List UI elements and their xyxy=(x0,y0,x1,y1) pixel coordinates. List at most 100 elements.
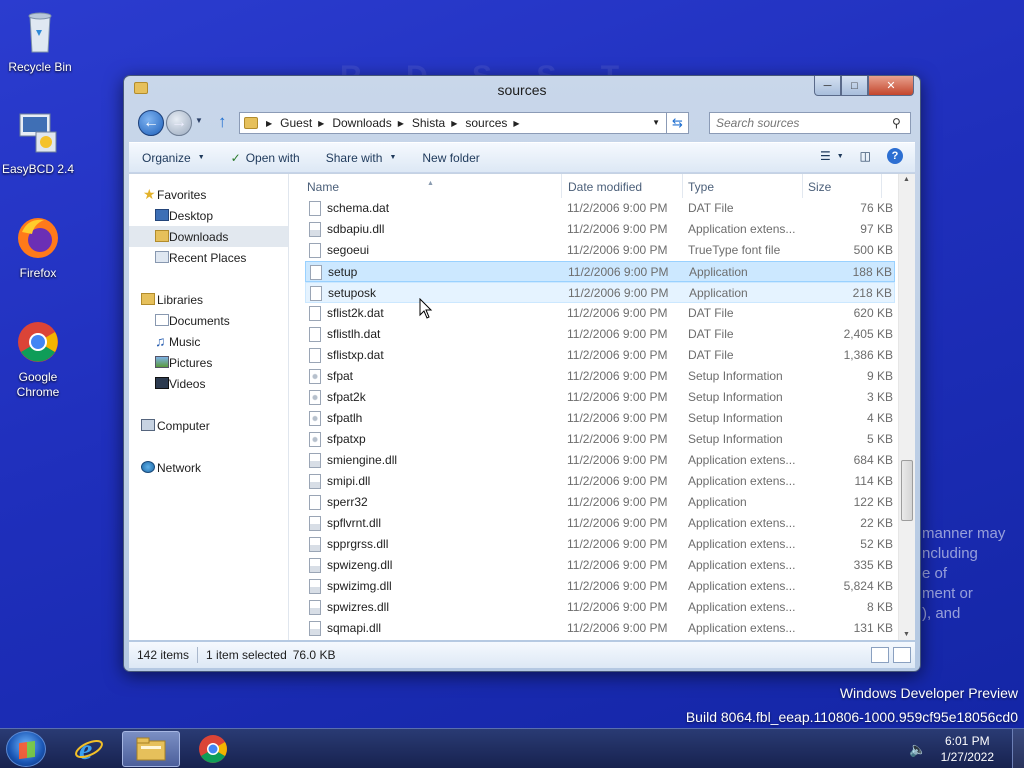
column-date-modified[interactable]: Date modified xyxy=(568,180,642,194)
nav-documents[interactable]: Documents xyxy=(129,310,288,331)
back-button[interactable]: ← xyxy=(138,110,164,136)
desktop-icon-chrome[interactable]: Google Chrome xyxy=(0,318,76,400)
file-row[interactable]: spwizres.dll 11/2/2006 9:00 PM Application… xyxy=(305,597,895,618)
star-icon: ★ xyxy=(143,186,156,202)
organize-button[interactable]: Organize ▼ xyxy=(129,151,218,165)
volume-icon[interactable]: 🔈 xyxy=(909,741,926,758)
scroll-thumb[interactable] xyxy=(901,460,913,521)
breadcrumb-chevron-icon[interactable]: ▶ xyxy=(266,119,272,128)
file-type: TrueType font file xyxy=(688,243,781,257)
search-input[interactable] xyxy=(709,112,911,134)
file-row[interactable]: sdbapiu.dll 11/2/2006 9:00 PM Application … xyxy=(305,219,895,240)
column-type[interactable]: Type xyxy=(688,180,714,194)
file-row[interactable]: sflistlh.dat 11/2/2006 9:00 PM DAT File 2,4… xyxy=(305,324,895,345)
taskbar-chrome[interactable] xyxy=(184,731,242,767)
chrome-icon xyxy=(14,318,62,366)
start-button[interactable] xyxy=(6,731,46,767)
vertical-scrollbar[interactable]: ▲ ▼ xyxy=(898,174,915,640)
file-row[interactable]: spflvrnt.dll 11/2/2006 9:00 PM Application… xyxy=(305,513,895,534)
nav-music[interactable]: ♫ Music xyxy=(129,331,288,352)
file-row[interactable]: segoeui 11/2/2006 9:00 PM TrueType font fi… xyxy=(305,240,895,261)
nav-favorites[interactable]: ★ Favorites xyxy=(129,184,288,205)
address-dropdown-icon[interactable]: ▼ xyxy=(652,118,660,127)
content-area: ★ Favorites Desktop Downloads Recent Pla… xyxy=(129,173,915,640)
nav-libraries[interactable]: Libraries xyxy=(129,289,288,310)
breadcrumb-chevron-icon[interactable]: ▶ xyxy=(451,119,457,128)
file-row[interactable]: sperr32 11/2/2006 9:00 PM Application 122 K… xyxy=(305,492,895,513)
breadcrumb-downloads[interactable]: Downloads xyxy=(332,116,391,130)
windows-logo-icon xyxy=(19,740,35,760)
change-view-icon[interactable]: ☰ xyxy=(820,149,831,163)
maximize-button[interactable]: □ xyxy=(841,76,868,96)
file-row[interactable]: smiengine.dll 11/2/2006 9:00 PM Applicatio… xyxy=(305,450,895,471)
breadcrumb-guest[interactable]: Guest xyxy=(280,116,312,130)
new-folder-button[interactable]: New folder xyxy=(409,151,492,165)
file-row[interactable]: setup 11/2/2006 9:00 PM Application 188 KB xyxy=(305,261,895,282)
nav-desktop-label: Desktop xyxy=(169,208,214,223)
selection-size: 76.0 KB xyxy=(292,648,336,662)
nav-videos[interactable]: Videos xyxy=(129,373,288,394)
nav-network[interactable]: Network xyxy=(129,457,288,478)
file-row[interactable]: setuposk 11/2/2006 9:00 PM Application 218 … xyxy=(305,282,895,303)
desktop-icon-label: EasyBCD 2.4 xyxy=(1,162,75,176)
scroll-down-arrow-icon[interactable]: ▼ xyxy=(903,631,910,638)
scroll-up-arrow-icon[interactable]: ▲ xyxy=(903,176,910,183)
file-date: 11/2/2006 9:00 PM xyxy=(567,474,668,488)
breadcrumb-sources[interactable]: sources xyxy=(465,116,507,130)
column-name[interactable]: Name xyxy=(307,180,339,194)
minimize-button[interactable]: ─ xyxy=(814,76,841,96)
refresh-button[interactable]: ⇆ xyxy=(667,112,689,134)
file-date: 11/2/2006 9:00 PM xyxy=(567,243,668,257)
nav-computer[interactable]: Computer xyxy=(129,415,288,436)
file-date: 11/2/2006 9:00 PM xyxy=(567,600,668,614)
desktop-icon-easybcd[interactable]: EasyBCD 2.4 xyxy=(0,110,76,177)
column-size[interactable]: Size xyxy=(808,180,831,194)
file-row[interactable]: sfpat 11/2/2006 9:00 PM Setup Information 9… xyxy=(305,366,895,387)
file-name: sfpat2k xyxy=(327,390,366,404)
file-row[interactable]: sqmapi.dll 11/2/2006 9:00 PM Application e… xyxy=(305,618,895,639)
file-row[interactable]: sfpatlh 11/2/2006 9:00 PM Setup Informatio… xyxy=(305,408,895,429)
clock[interactable]: 6:01 PM 1/27/2022 xyxy=(941,733,994,765)
file-row[interactable]: sfpatxp 11/2/2006 9:00 PM Setup Informatio… xyxy=(305,429,895,450)
help-icon[interactable]: ? xyxy=(887,148,903,164)
file-row[interactable]: sfpat2k 11/2/2006 9:00 PM Setup Informatio… xyxy=(305,387,895,408)
taskbar-internet-explorer[interactable]: e xyxy=(60,731,118,767)
address-bar[interactable]: ▶ Guest ▶ Downloads ▶ Shista ▶ sources ▶… xyxy=(239,112,667,134)
file-row[interactable]: smipi.dll 11/2/2006 9:00 PM Application ex… xyxy=(305,471,895,492)
file-type: Application xyxy=(688,495,747,509)
file-row[interactable]: schema.dat 11/2/2006 9:00 PM DAT File 76 KB xyxy=(305,198,895,219)
breadcrumb-chevron-icon[interactable]: ▶ xyxy=(398,119,404,128)
file-row[interactable]: spwizimg.dll 11/2/2006 9:00 PM Application… xyxy=(305,576,895,597)
preview-pane-icon[interactable]: ◫ xyxy=(860,149,871,163)
recent-pages-chevron-icon[interactable]: ▼ xyxy=(195,116,203,125)
taskbar-file-explorer[interactable] xyxy=(122,731,180,767)
breadcrumb-shista[interactable]: Shista xyxy=(412,116,445,130)
file-row[interactable]: spwizeng.dll 11/2/2006 9:00 PM Application… xyxy=(305,555,895,576)
up-arrow-icon[interactable]: ↑ xyxy=(218,112,227,132)
change-view-chevron-icon[interactable]: ▼ xyxy=(837,153,844,160)
large-icons-view-button[interactable] xyxy=(893,647,911,663)
breadcrumb-chevron-icon[interactable]: ▶ xyxy=(318,119,324,128)
nav-pictures[interactable]: Pictures xyxy=(129,352,288,373)
nav-recent-places[interactable]: Recent Places xyxy=(129,247,288,268)
close-button[interactable]: ✕ xyxy=(868,76,914,96)
desktop-icon-recycle-bin[interactable]: Recycle Bin xyxy=(2,8,78,75)
file-row[interactable]: sflist2k.dat 11/2/2006 9:00 PM DAT File 620… xyxy=(305,303,895,324)
file-type: Application extens... xyxy=(688,579,796,593)
show-desktop-button[interactable] xyxy=(1012,729,1024,768)
desktop-icon-firefox[interactable]: Firefox xyxy=(0,214,76,281)
file-row[interactable]: spprgrss.dll 11/2/2006 9:00 PM Application… xyxy=(305,534,895,555)
open-with-button[interactable]: ✓ Open with xyxy=(218,151,313,165)
nav-downloads[interactable]: Downloads xyxy=(129,226,288,247)
file-name: spwizres.dll xyxy=(327,600,390,614)
nav-desktop[interactable]: Desktop xyxy=(129,205,288,226)
share-with-label: Share with xyxy=(325,150,383,165)
file-row[interactable]: sflistxp.dat 11/2/2006 9:00 PM DAT File 1,3… xyxy=(305,345,895,366)
forward-button[interactable]: → xyxy=(166,110,192,136)
search-icon[interactable]: ⚲ xyxy=(892,116,901,130)
share-with-button[interactable]: Share with ▼ xyxy=(313,151,410,165)
details-view-button[interactable] xyxy=(871,647,889,663)
file-size: 8 KB xyxy=(866,600,893,614)
computer-icon xyxy=(141,419,155,431)
breadcrumb-chevron-icon[interactable]: ▶ xyxy=(513,119,519,128)
